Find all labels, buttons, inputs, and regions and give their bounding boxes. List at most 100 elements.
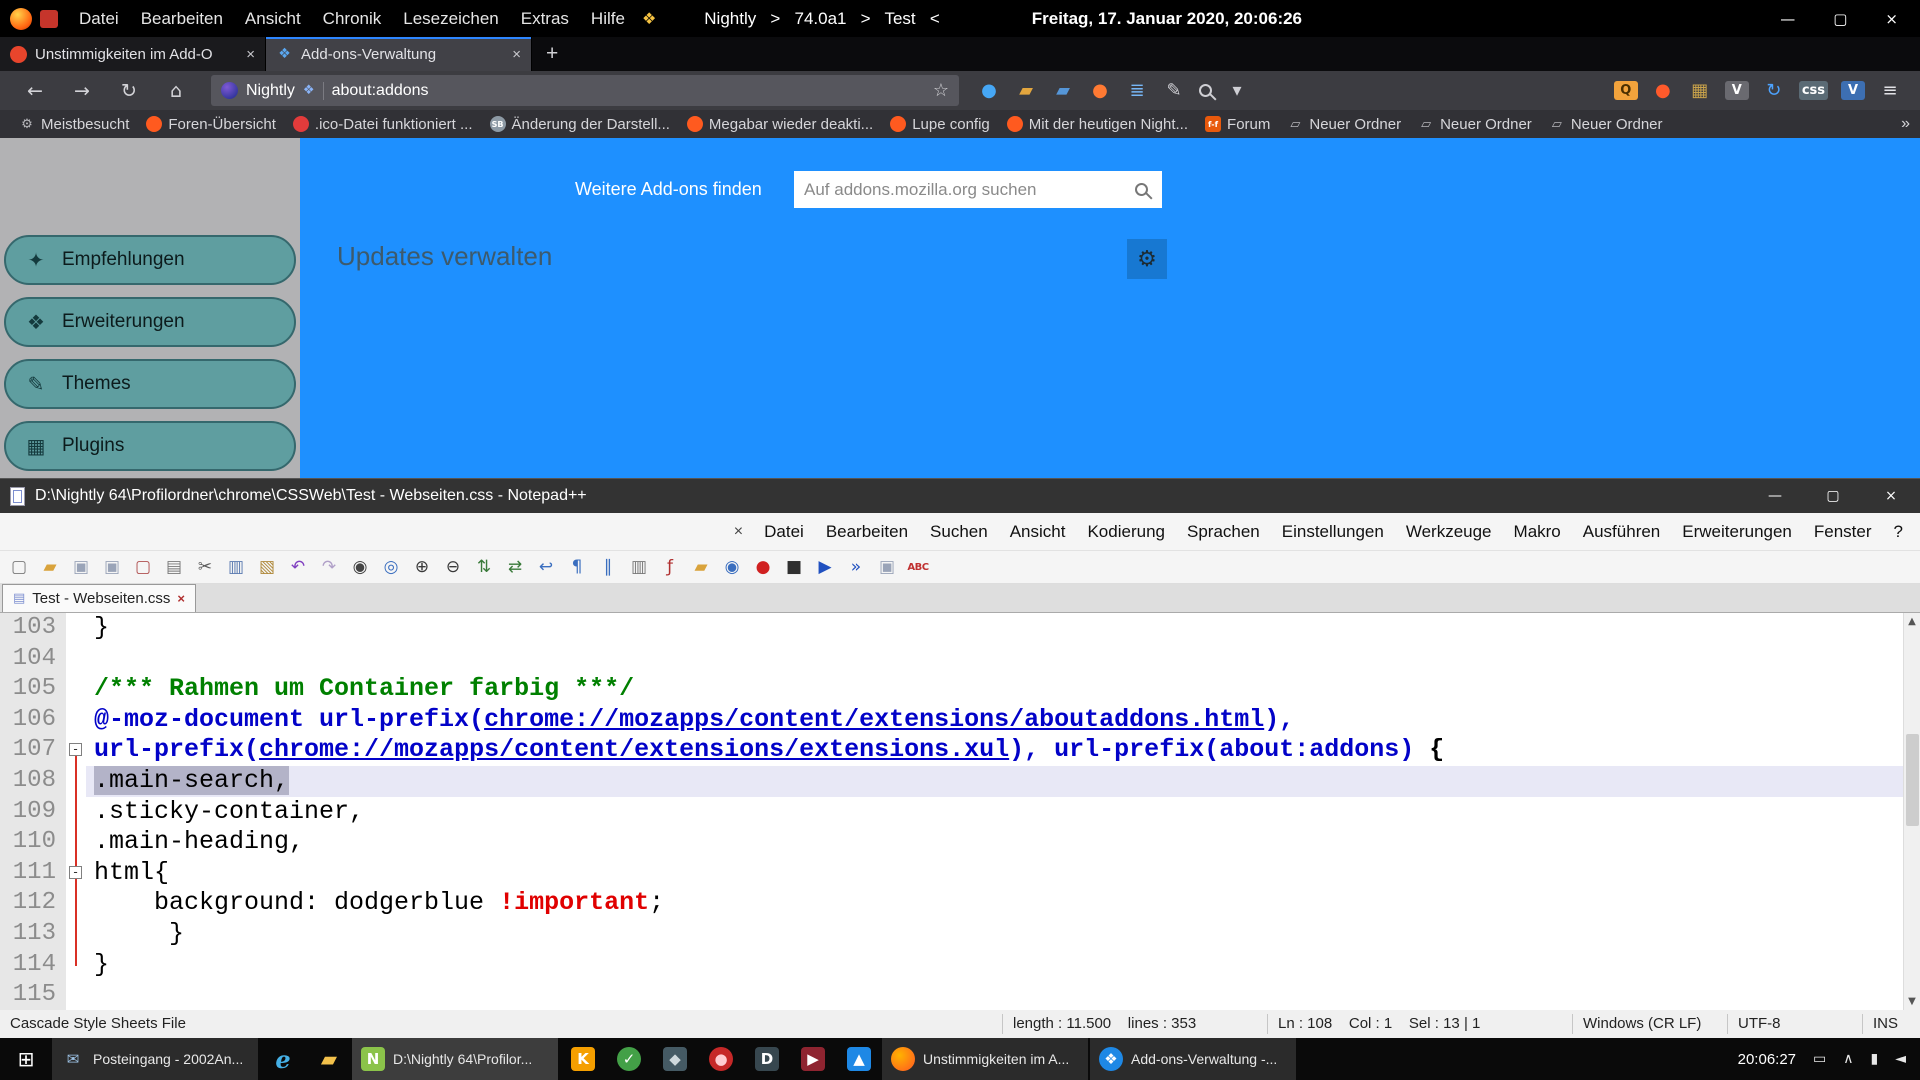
bookmark-item[interactable]: Foren-Übersicht [139,112,283,136]
macro-stop-icon[interactable]: ■ [783,556,805,578]
fox-orange-icon[interactable]: ● [1088,79,1112,103]
new-file-icon[interactable]: ▢ [8,556,30,578]
code-line[interactable]: } [86,950,1903,981]
v2-badge-icon[interactable]: V [1841,81,1865,100]
bookmark-item[interactable]: ⚙ Meistbesucht [12,112,136,136]
code-line[interactable]: html{ [86,858,1903,889]
code-line[interactable]: } [86,919,1903,950]
word-wrap-icon[interactable]: ↩ [535,556,557,578]
code-line[interactable] [86,644,1903,675]
css-badge-icon[interactable]: css [1799,81,1828,100]
bookmarks-overflow-icon[interactable]: » [1893,110,1910,138]
notepad-menu-item[interactable]: Bearbeiten [815,522,919,542]
indent-guide-icon[interactable]: ∥ [597,556,619,578]
status-encoding[interactable]: UTF-8 [1727,1014,1862,1034]
code-area[interactable]: } /*** Rahmen um Container farbig ***/@-m… [86,613,1903,1010]
notepad-menu-item[interactable]: Werkzeuge [1395,522,1503,542]
cut-icon[interactable]: ✂ [194,556,216,578]
taskbar-antivirus-icon[interactable]: ✓ [606,1038,652,1080]
bookmark-item[interactable]: Mit der heutigen Night... [1000,112,1195,136]
sync-vertical-icon[interactable]: ⇅ [473,556,495,578]
zoom-in-icon[interactable]: ⊕ [411,556,433,578]
editor-scrollbar[interactable]: ▲ ▼ [1903,613,1920,1010]
firefox-close-button[interactable]: × [1885,10,1898,28]
sync-icon[interactable]: ↻ [1762,79,1786,103]
bookmark-item[interactable]: Lupe config [883,112,997,136]
tab-close-icon[interactable]: × [512,46,521,63]
menubar-puzzle-icon[interactable]: ❖ [642,9,656,28]
volume-icon[interactable]: ◄ [1895,1051,1906,1067]
taskbar-app-red-icon[interactable]: ● [698,1038,744,1080]
pen-icon[interactable]: ✎ [1162,79,1186,103]
show-all-chars-icon[interactable]: ¶ [566,556,588,578]
folder-yellow-icon[interactable]: ▰ [1014,79,1038,103]
forward-button[interactable]: → [65,80,99,102]
save-all-icon[interactable]: ▣ [101,556,123,578]
taskbar-app-dark-icon[interactable]: ◆ [652,1038,698,1080]
taskbar-media-icon[interactable]: ▶ [790,1038,836,1080]
menubar-item[interactable]: Extras [510,0,580,37]
notepad-menu-item[interactable]: Einstellungen [1271,522,1395,542]
replace-icon[interactable]: ◎ [380,556,402,578]
macro-record-icon[interactable]: ● [752,556,774,578]
bookmark-item[interactable]: ▱ Neuer Ordner [1411,112,1539,136]
bookmark-item[interactable]: ▱ Neuer Ordner [1542,112,1670,136]
sidebar-item-erweiterungen[interactable]: ❖ Erweiterungen [4,297,296,347]
notepad-menu-item[interactable]: Erweiterungen [1671,522,1803,542]
function-list-icon[interactable]: ƒ [659,556,681,578]
bookmark-item[interactable]: ▱ Neuer Ordner [1280,112,1408,136]
document-close-icon[interactable]: × [734,523,753,541]
find-icon[interactable]: ◉ [349,556,371,578]
new-tab-button[interactable]: + [532,37,572,71]
search-icon[interactable] [1199,84,1212,97]
scroll-up-icon[interactable]: ▲ [1908,613,1916,630]
tab-close-icon[interactable]: × [246,46,255,63]
code-line[interactable]: url-prefix(chrome://mozapps/content/exte… [86,735,1903,766]
menu-icon[interactable]: ≡ [1878,79,1902,103]
browser-tab[interactable]: Unstimmigkeiten im Add-O × [0,37,266,71]
menubar-item[interactable]: Lesezeichen [392,0,509,37]
open-folder-icon[interactable]: ▰ [39,556,61,578]
macro-save-icon[interactable]: ▣ [876,556,898,578]
addons-options-button[interactable]: ⚙ [1127,239,1167,279]
folder-workspace-icon[interactable]: ▰ [690,556,712,578]
code-line[interactable]: } [86,613,1903,644]
menubar-item[interactable]: Bearbeiten [130,0,234,37]
notepad-menu-item[interactable]: Suchen [919,522,999,542]
print-icon[interactable]: ▤ [163,556,185,578]
search-dropdown-icon[interactable]: ▾ [1225,79,1249,103]
list-icon[interactable]: ≣ [1125,79,1149,103]
reload-button[interactable]: ↻ [112,80,146,102]
notepad-menu-item[interactable]: Makro [1503,522,1572,542]
code-line[interactable]: .main-search, [86,766,1903,797]
taskbar-photos-icon[interactable]: ▲ [836,1038,882,1080]
code-line[interactable]: @-moz-document url-prefix(chrome://mozap… [86,705,1903,736]
sidebar-item-empfehlungen[interactable]: ✦ Empfehlungen [4,235,296,285]
menubar-item[interactable]: Hilfe [580,0,636,37]
notepad-menu-item[interactable]: Ausführen [1572,522,1672,542]
action-center-icon[interactable]: ▭ [1813,1051,1826,1067]
copy-icon[interactable]: ▥ [225,556,247,578]
redo-icon[interactable]: ↷ [318,556,340,578]
taskbar-clock[interactable]: 20:06:27 [1738,1051,1796,1068]
menubar-item[interactable]: Ansicht [234,0,312,37]
code-line[interactable] [86,980,1903,1010]
notepad-close-button[interactable]: × [1862,479,1920,513]
bookmark-item[interactable]: Megabar wieder deakti... [680,112,880,136]
undo-icon[interactable]: ↶ [287,556,309,578]
url-text[interactable]: about:addons [332,82,925,100]
notepad-menu-item[interactable]: ? [1883,522,1914,542]
notepad-maximize-button[interactable]: ▢ [1804,479,1862,513]
taskbar-mail-button[interactable]: ✉ Posteingang - 2002An... [52,1038,258,1080]
code-line[interactable]: /*** Rahmen um Container farbig ***/ [86,674,1903,705]
v-badge-icon[interactable]: V [1725,81,1749,100]
close-doc-icon[interactable]: ▢ [132,556,154,578]
home-button[interactable]: ⌂ [159,80,193,102]
taskbar-firefox-button[interactable]: Unstimmigkeiten im A... [882,1038,1088,1080]
firefox-minimize-button[interactable]: — [1780,10,1795,28]
doc-map-icon[interactable]: ▥ [628,556,650,578]
bookmark-item[interactable]: f-f Forum [1198,112,1277,136]
code-line[interactable]: .sticky-container, [86,797,1903,828]
document-tab-close-icon[interactable]: × [177,591,185,606]
fold-collapse-icon[interactable]: - [69,866,82,879]
